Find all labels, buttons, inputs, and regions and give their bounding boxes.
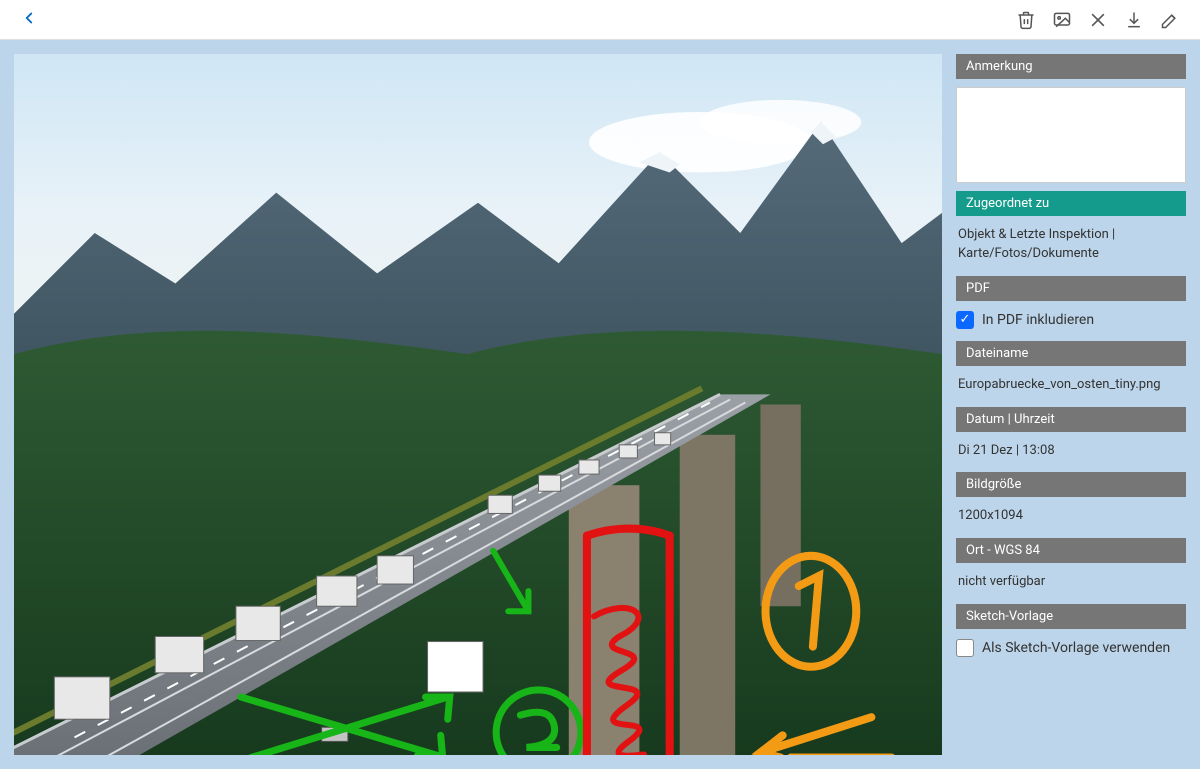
main-content: Anmerkung Zugeordnet zu Objekt & Letzte … — [0, 40, 1200, 769]
filename-header: Dateiname — [956, 341, 1186, 366]
imagesize-header: Bildgröße — [956, 472, 1186, 497]
sketch-template-row[interactable]: Als Sketch-Vorlage verwenden — [956, 637, 1186, 661]
download-icon[interactable] — [1116, 2, 1152, 38]
pdf-include-checkbox[interactable] — [956, 311, 974, 329]
sketch-template-checkbox[interactable] — [956, 639, 974, 657]
pdf-header: PDF — [956, 276, 1186, 301]
imagesize-value: 1200x1094 — [956, 505, 1186, 530]
close-icon[interactable] — [1080, 2, 1116, 38]
annotation-input[interactable] — [956, 87, 1186, 183]
back-button[interactable] — [12, 5, 46, 35]
location-header: Ort - WGS 84 — [956, 538, 1186, 563]
trash-icon[interactable] — [1008, 2, 1044, 38]
annotation-header: Anmerkung — [956, 54, 1186, 79]
image-icon[interactable] — [1044, 2, 1080, 38]
assigned-value: Objekt & Letzte Inspektion | Karte/Fotos… — [956, 224, 1186, 268]
top-toolbar — [0, 0, 1200, 40]
assigned-header: Zugeordnet zu — [956, 191, 1186, 216]
annotated-image[interactable] — [14, 54, 942, 755]
datetime-header: Datum | Uhrzeit — [956, 407, 1186, 432]
pdf-include-label: In PDF inkludieren — [982, 312, 1094, 328]
sketch-header: Sketch-Vorlage — [956, 604, 1186, 629]
filename-value: Europabruecke_von_osten_tiny.png — [956, 374, 1186, 399]
pdf-include-row[interactable]: In PDF inkludieren — [956, 309, 1186, 333]
sketch-template-label: Als Sketch-Vorlage verwenden — [982, 640, 1170, 656]
datetime-value: Di 21 Dez | 13:08 — [956, 440, 1186, 465]
details-sidebar: Anmerkung Zugeordnet zu Objekt & Letzte … — [956, 54, 1186, 755]
location-value: nicht verfügbar — [956, 571, 1186, 596]
edit-icon[interactable] — [1152, 2, 1188, 38]
